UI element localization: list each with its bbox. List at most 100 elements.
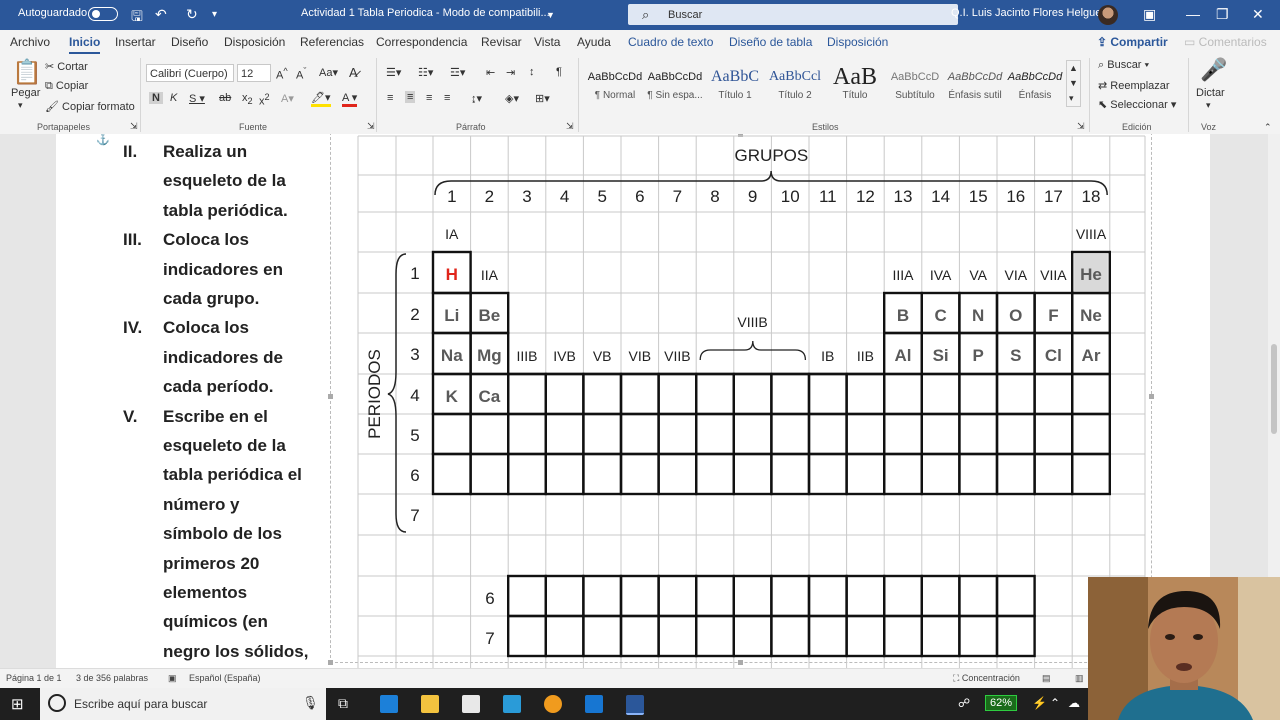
paste-icon[interactable]: 📋: [12, 58, 42, 87]
style-sin-espaciado[interactable]: AaBbCcDd ¶ Sin espa...: [645, 66, 705, 110]
text-effects-icon[interactable]: A▾: [281, 92, 294, 105]
plug-icon[interactable]: ⚡: [1032, 696, 1047, 710]
title-dropdown-icon[interactable]: ▼: [546, 10, 555, 20]
cell-f-block[interactable]: [883, 614, 924, 658]
cell-f-block[interactable]: [582, 614, 623, 658]
cell-period-6[interactable]: [695, 452, 736, 496]
store-icon[interactable]: [462, 695, 480, 713]
cell-f-block[interactable]: [920, 614, 961, 658]
cell-f-block[interactable]: [958, 574, 999, 618]
shrink-font-icon[interactable]: Aˇ: [296, 66, 306, 82]
cell-period-5[interactable]: [845, 412, 886, 456]
taskbar-search[interactable]: Escribe aquí para buscar 🎙: [40, 688, 326, 720]
windows-start-icon[interactable]: ⊞: [11, 695, 24, 713]
cell-f-block[interactable]: [845, 574, 886, 618]
paste-dropdown-icon[interactable]: ▾: [18, 100, 23, 111]
app-l-icon[interactable]: [503, 695, 521, 713]
cell-period-6[interactable]: [770, 452, 811, 496]
bold-button[interactable]: N: [149, 92, 163, 104]
cell-f-block[interactable]: [544, 574, 585, 618]
collapse-ribbon-icon[interactable]: ⌃: [1264, 122, 1272, 133]
format-painter-button[interactable]: 🖌 Copiar formato: [45, 100, 135, 113]
cut-button[interactable]: ✂ Cortar: [45, 60, 88, 73]
cell-period-5[interactable]: [807, 412, 848, 456]
tab-insertar[interactable]: Insertar: [115, 35, 156, 49]
language[interactable]: Español (España): [189, 673, 261, 683]
word-count[interactable]: 3 de 356 palabras: [76, 673, 148, 683]
tab-archivo[interactable]: Archivo: [10, 35, 50, 49]
font-size-combo[interactable]: 12: [237, 64, 271, 82]
task-view-icon[interactable]: ⧉: [338, 695, 348, 712]
word-icon[interactable]: [626, 695, 644, 715]
scroll-thumb[interactable]: [1271, 344, 1277, 434]
strikethrough-button[interactable]: ab: [219, 92, 231, 104]
numbering-icon[interactable]: ☷▾: [418, 66, 433, 79]
dictate-dropdown-icon[interactable]: ▾: [1206, 100, 1211, 111]
mail-icon[interactable]: [585, 695, 603, 713]
cell-f-block[interactable]: [995, 614, 1036, 658]
cell-period-5[interactable]: [920, 412, 961, 456]
cell-period-6[interactable]: [582, 452, 623, 496]
multilevel-list-icon[interactable]: ☲▾: [450, 66, 465, 79]
cell-period-5[interactable]: [995, 412, 1036, 456]
spellcheck-icon[interactable]: ▣: [168, 673, 177, 684]
microphone-icon[interactable]: 🎙: [302, 695, 319, 711]
comments-button[interactable]: ▭ Comentarios: [1184, 35, 1267, 49]
cell-period-4[interactable]: [732, 372, 773, 416]
restore-icon[interactable]: ❐: [1216, 6, 1229, 23]
cell-period-6[interactable]: [431, 452, 472, 496]
tab-disposicion-tabla[interactable]: Disposición: [827, 35, 888, 49]
style-titulo-2[interactable]: AaBbCcl Título 2: [765, 66, 825, 110]
share-button[interactable]: ⇪ Compartir: [1097, 35, 1168, 49]
ribbon-display-icon[interactable]: ▣: [1143, 6, 1156, 23]
tab-disposicion[interactable]: Disposición: [224, 35, 285, 49]
tab-correspondencia[interactable]: Correspondencia: [376, 35, 467, 49]
tab-cuadro-de-texto[interactable]: Cuadro de texto: [628, 35, 713, 49]
save-icon[interactable]: 🖫: [131, 6, 143, 30]
find-button[interactable]: ⌕ Buscar ▾: [1098, 59, 1149, 72]
cell-period-6[interactable]: [1071, 452, 1112, 496]
document-page[interactable]: ⚓ II. Realiza un esqueleto de la tabla peri…: [56, 134, 1210, 668]
cell-f-block[interactable]: [695, 614, 736, 658]
tab-inicio[interactable]: Inicio: [69, 35, 101, 54]
cell-f-block[interactable]: [995, 574, 1036, 618]
clear-format-icon[interactable]: A̷: [349, 65, 358, 80]
cell-period-6[interactable]: [732, 452, 773, 496]
cell-period-4[interactable]: [582, 372, 623, 416]
cell-period-6[interactable]: [807, 452, 848, 496]
cell-period-6[interactable]: [619, 452, 660, 496]
font-launcher-icon[interactable]: ⇲: [367, 121, 375, 132]
cell-period-5[interactable]: [1033, 412, 1074, 456]
cell-period-5[interactable]: [507, 412, 548, 456]
cell-period-6[interactable]: [920, 452, 961, 496]
edge-icon[interactable]: [380, 695, 398, 713]
font-name-combo[interactable]: Calibri (Cuerpo): [146, 64, 234, 82]
cell-period-5[interactable]: [958, 412, 999, 456]
tab-diseno[interactable]: Diseño: [171, 35, 208, 49]
cell-period-5[interactable]: [657, 412, 698, 456]
cell-period-4[interactable]: [958, 372, 999, 416]
undo-icon[interactable]: ↶: [155, 6, 167, 23]
tab-diseno-de-tabla[interactable]: Diseño de tabla: [729, 35, 812, 49]
cell-period-6[interactable]: [657, 452, 698, 496]
cell-period-5[interactable]: [770, 412, 811, 456]
cell-f-block[interactable]: [657, 614, 698, 658]
tab-referencias[interactable]: Referencias: [300, 35, 364, 49]
close-icon[interactable]: ✕: [1252, 6, 1264, 23]
style-titulo[interactable]: AaB Título: [825, 66, 885, 110]
microphone-icon[interactable]: 🎤: [1200, 57, 1227, 83]
cell-f-block[interactable]: [770, 574, 811, 618]
copy-button[interactable]: ⧉ Copiar: [45, 80, 88, 93]
cell-period-5[interactable]: [1071, 412, 1112, 456]
cell-period-4[interactable]: [770, 372, 811, 416]
cell-f-block[interactable]: [657, 574, 698, 618]
cell-period-4[interactable]: [695, 372, 736, 416]
cell-period-5[interactable]: [469, 412, 510, 456]
cell-period-4[interactable]: [619, 372, 660, 416]
page-count[interactable]: Página 1 de 1: [6, 673, 62, 683]
cell-period-5[interactable]: [582, 412, 623, 456]
show-hidden-icons[interactable]: ⌃: [1050, 696, 1060, 710]
user-avatar[interactable]: [1098, 5, 1118, 25]
cell-period-4[interactable]: [883, 372, 924, 416]
customize-toolbar-icon[interactable]: ▾: [212, 9, 217, 20]
